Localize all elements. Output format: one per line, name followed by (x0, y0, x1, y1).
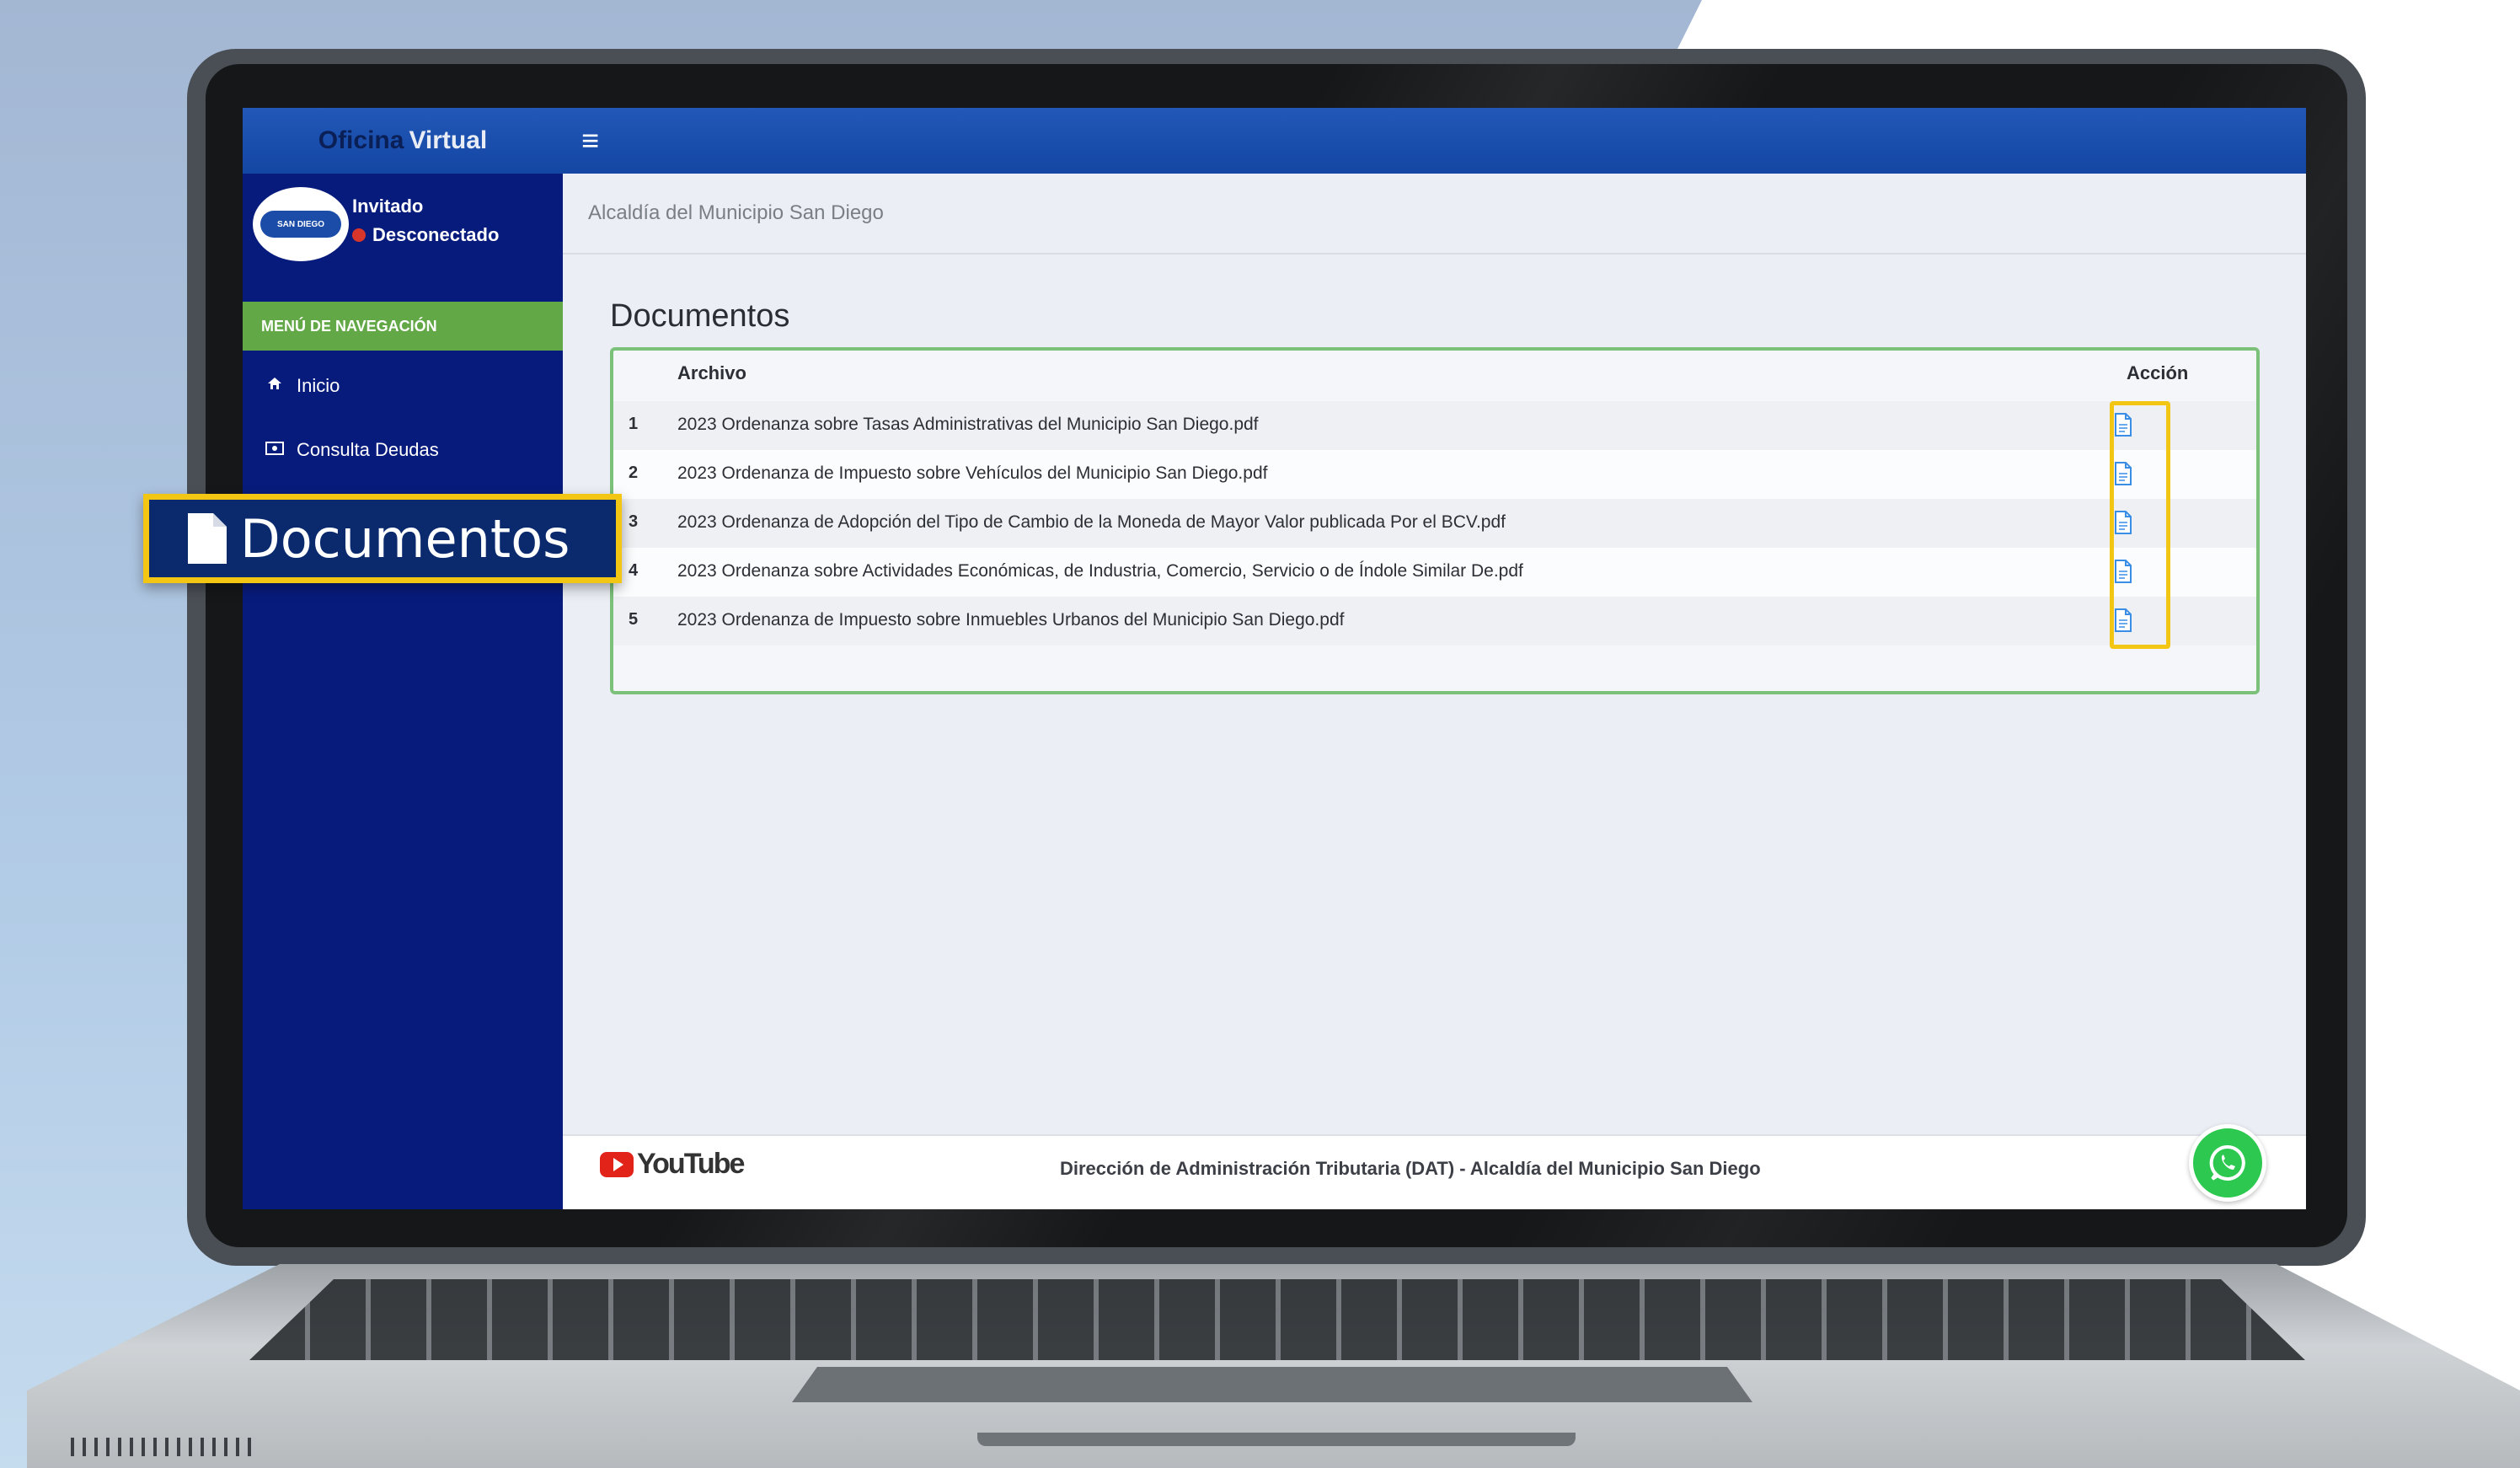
user-panel: SAN DIEGO Invitado Desconectado (243, 174, 563, 302)
documents-table: Archivo Acción 1 2023 Ordenanza sobre Ta… (610, 347, 2260, 694)
sidebar-item-inicio[interactable]: Inicio (243, 361, 563, 411)
whatsapp-icon[interactable] (2189, 1124, 2266, 1202)
footer: YouTube Dirección de Administración Trib… (563, 1124, 2306, 1209)
table-row: 2 2023 Ordenanza de Impuesto sobre Vehíc… (613, 450, 2256, 499)
user-name: Invitado (352, 196, 424, 217)
table-row: 4 2023 Ordenanza sobre Actividades Econó… (613, 548, 2256, 597)
laptop-trackpad (792, 1367, 1752, 1402)
page-title: Documentos (610, 298, 790, 334)
brand-part2: Virtual (409, 126, 488, 154)
municipality-logo: SAN DIEGO (253, 187, 349, 261)
table-row: 3 2023 Ordenanza de Adopción del Tipo de… (613, 499, 2256, 548)
home-icon (265, 376, 285, 396)
header-accion: Acción (2127, 362, 2189, 383)
header-archivo: Archivo (677, 362, 746, 383)
youtube-icon (600, 1151, 634, 1177)
brand-logo[interactable]: Oficina Virtual (243, 108, 563, 174)
table-row: 1 2023 Ordenanza sobre Tasas Administrat… (613, 401, 2256, 450)
youtube-link[interactable]: YouTube (600, 1148, 745, 1181)
laptop-keyboard (249, 1279, 2305, 1360)
user-status-label: Desconectado (372, 224, 500, 245)
row-number: 2 (629, 463, 639, 482)
footer-text: Dirección de Administración Tributaria (… (1060, 1158, 1761, 1179)
money-icon (265, 441, 285, 460)
file-name: 2023 Ordenanza de Adopción del Tipo de C… (677, 512, 1506, 532)
top-navbar: Oficina Virtual ≡ (243, 108, 2306, 177)
user-status: Desconectado (352, 224, 499, 246)
file-name: 2023 Ordenanza de Impuesto sobre Inmuebl… (677, 610, 1345, 630)
nav-header: MENÚ DE NAVEGACIÓN (243, 302, 563, 351)
breadcrumb: Alcaldía del Municipio San Diego (563, 174, 2306, 254)
table-header: Archivo Acción (613, 351, 2256, 399)
menu-toggle-icon[interactable]: ≡ (581, 123, 599, 158)
file-name: 2023 Ordenanza sobre Actividades Económi… (677, 561, 1523, 581)
row-number: 5 (629, 610, 639, 629)
row-number: 4 (629, 561, 639, 580)
brand-part1: Oficina (318, 126, 404, 154)
table-row: 5 2023 Ordenanza de Impuesto sobre Inmue… (613, 597, 2256, 646)
sidebar-item-label: Consulta Deudas (297, 439, 439, 460)
documentos-callout: Documentos (143, 494, 622, 583)
row-number: 3 (629, 512, 639, 531)
callout-label: Documentos (240, 507, 570, 570)
main-content: Alcaldía del Municipio San Diego Documen… (563, 174, 2306, 1209)
laptop-foot (977, 1433, 1576, 1446)
action-column-highlight (2110, 401, 2170, 649)
status-dot-icon (352, 228, 366, 242)
file-name: 2023 Ordenanza de Impuesto sobre Vehícul… (677, 463, 1268, 483)
file-name: 2023 Ordenanza sobre Tasas Administrativ… (677, 415, 1259, 434)
sidebar-item-consulta-deudas[interactable]: Consulta Deudas (243, 425, 563, 475)
row-number: 1 (629, 415, 639, 433)
sidebar: SAN DIEGO Invitado Desconectado MENÚ DE … (243, 174, 563, 1209)
sidebar-item-label: Inicio (297, 375, 340, 396)
youtube-wordmark: YouTube (637, 1148, 745, 1180)
laptop-vent (71, 1438, 253, 1456)
screen: Oficina Virtual ≡ SAN DIEGO Invitado Des… (243, 108, 2306, 1209)
document-icon (188, 513, 227, 564)
